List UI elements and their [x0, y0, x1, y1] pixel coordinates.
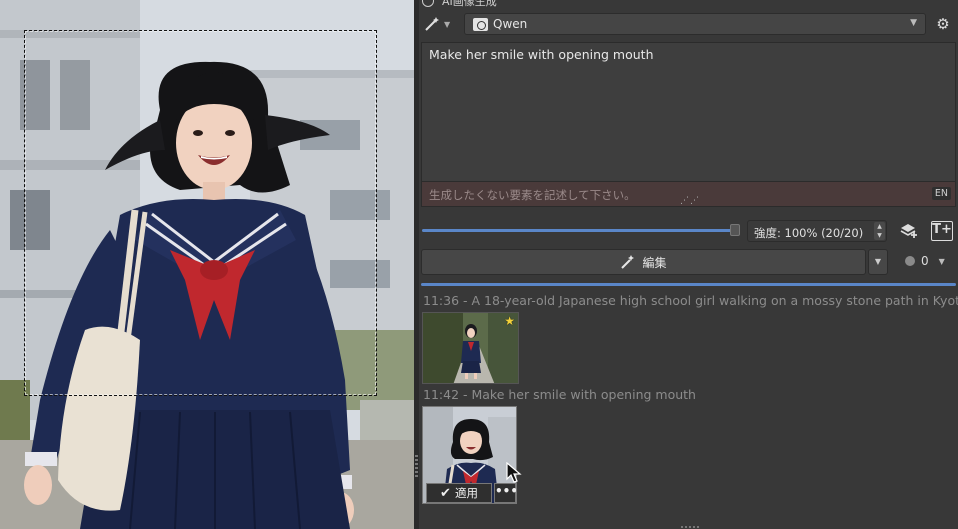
queue-indicator[interactable]: 0 ▼ [905, 254, 945, 268]
star-icon: ★ [504, 314, 515, 328]
add-layer-icon [900, 224, 917, 238]
edit-button[interactable]: 編集 [421, 249, 866, 275]
history-thumbnail[interactable]: ★ [422, 312, 519, 384]
add-layer-button[interactable] [898, 221, 920, 241]
panel-title: AI画像生成 [442, 0, 497, 8]
strength-slider-handle[interactable] [730, 224, 740, 236]
settings-button[interactable]: ⚙ [933, 15, 953, 33]
history-item-label[interactable]: 11:36 - A 18-year-old Japanese high scho… [423, 293, 958, 308]
more-options-button[interactable]: ••• [494, 483, 516, 503]
ai-generation-panel: AI画像生成 ▼ Qwen ▼ ⚙ Make her smile with op… [419, 0, 958, 529]
chevron-down-icon: ▼ [444, 19, 451, 29]
model-row: ▼ Qwen ▼ ⚙ [419, 13, 958, 35]
history-item-label[interactable]: 11:42 - Make her smile with opening mout… [423, 387, 696, 402]
chevron-down-icon: ▼ [910, 18, 917, 28]
resize-handle-icon[interactable]: ⋰⋰ [680, 196, 700, 206]
negative-prompt-placeholder: 生成したくない要素を記述して下さい。 [429, 188, 636, 202]
history-list: 11:36 - A 18-year-old Japanese high scho… [419, 290, 958, 529]
queue-count: 0 [921, 254, 929, 268]
panel-header: AI画像生成 [419, 0, 958, 8]
model-name: Qwen [493, 17, 528, 31]
strength-slider-track[interactable] [422, 229, 732, 232]
spin-arrows-icon[interactable]: ▲ ▼ [874, 222, 885, 240]
strength-row: 強度: 100% (20/20) ▲ ▼ T+ [419, 219, 958, 243]
negative-prompt-field[interactable]: 生成したくない要素を記述して下さい。 ⋰⋰ EN [421, 182, 956, 207]
queue-status-icon [905, 256, 915, 266]
edit-options-dropdown[interactable]: ▼ [868, 249, 888, 275]
strength-spinbox[interactable]: 強度: 100% (20/20) ▲ ▼ [747, 220, 887, 242]
splitter-grip[interactable] [415, 455, 418, 477]
text-layer-icon: T+ [932, 222, 952, 237]
apply-button[interactable]: ✔ 適用 [426, 483, 492, 503]
image-canvas[interactable] [0, 0, 414, 529]
prompt-textarea[interactable]: Make her smile with opening mouth [421, 42, 956, 182]
magic-wand-icon [425, 17, 439, 31]
qwen-logo-icon [473, 17, 488, 31]
mouse-cursor-icon [506, 462, 522, 483]
check-icon: ✔ [440, 485, 451, 501]
model-select[interactable]: Qwen ▼ [464, 13, 926, 35]
progress-bar [421, 283, 956, 286]
gear-icon: ⚙ [936, 15, 950, 33]
ai-icon [422, 0, 434, 7]
resize-grip-icon[interactable] [681, 526, 699, 528]
apply-button-label: 適用 [454, 486, 478, 500]
edit-wand-icon [621, 255, 635, 269]
edit-row: 編集 ▼ 0 ▼ [419, 249, 958, 275]
mode-menu-button[interactable]: ▼ [423, 14, 453, 34]
chevron-down-icon: ▼ [938, 256, 945, 266]
edit-button-label: 編集 [642, 255, 667, 270]
language-badge[interactable]: EN [931, 187, 951, 200]
prompt-text: Make her smile with opening mouth [429, 47, 654, 62]
selection-marquee[interactable] [24, 30, 377, 396]
strength-label: 強度: 100% (20/20) [754, 226, 864, 240]
history-thumbnail-selected[interactable]: ✔ 適用 ••• [422, 406, 517, 504]
text-layer-button[interactable]: T+ [931, 221, 953, 241]
